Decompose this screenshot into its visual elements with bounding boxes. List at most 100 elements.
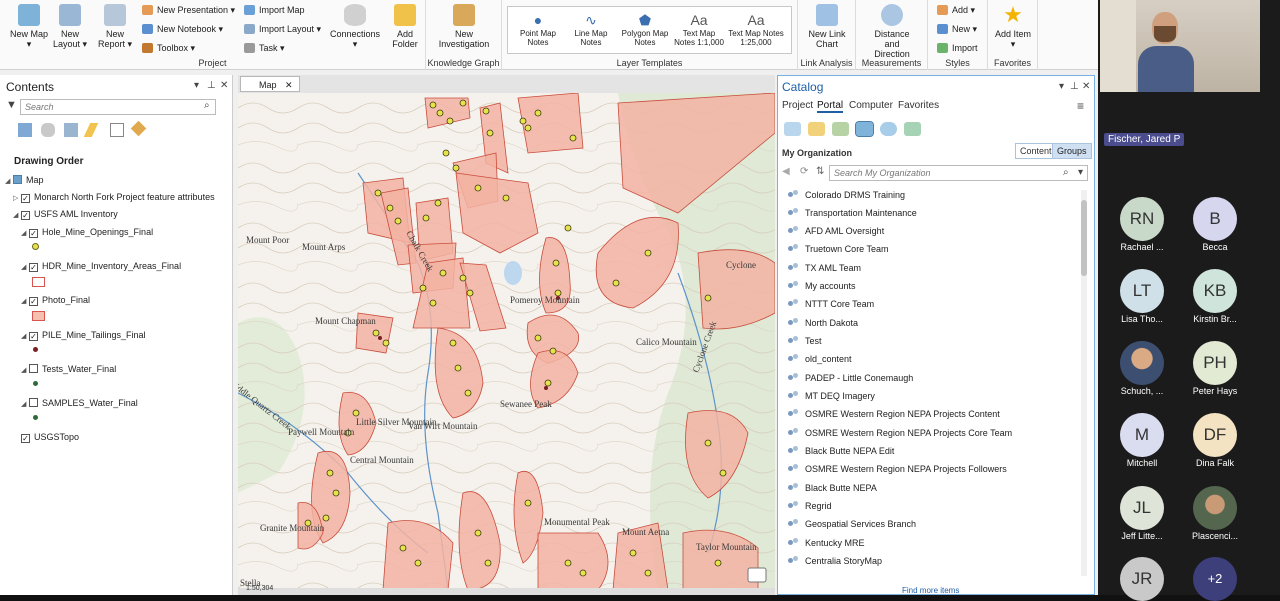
tab-map[interactable]: Map ✕	[240, 76, 300, 92]
participant-tile[interactable]: KB Kirstin Br...	[1185, 269, 1245, 324]
layer-checkbox[interactable]	[29, 398, 38, 407]
collapse-arrow-icon[interactable]: ◢	[21, 261, 29, 275]
filter-icon[interactable]: ▼	[6, 99, 17, 111]
task-button[interactable]: Task ▾	[243, 39, 285, 57]
list-item[interactable]: Colorado DRMS Training	[788, 188, 905, 202]
list-item[interactable]: OSMRE Western Region NEPA Projects Conte…	[788, 407, 1000, 421]
catalog-search-input[interactable]: Search My Organization	[829, 165, 1088, 181]
my-content-icon[interactable]	[784, 122, 801, 136]
add-folder-button[interactable]: Add Folder	[384, 2, 426, 54]
list-item[interactable]: Centralia StoryMap	[788, 554, 882, 568]
list-item[interactable]: Black Butte NEPA Edit	[788, 444, 894, 458]
drawing-order-icon[interactable]	[18, 123, 32, 137]
layer-checkbox[interactable]: ✓	[29, 263, 38, 272]
point-map-notes-button[interactable]: ● Point Map Notes	[511, 11, 565, 47]
tab-computer[interactable]: Computer	[849, 100, 893, 111]
close-icon[interactable]: ✕	[285, 80, 293, 90]
list-item[interactable]: OSMRE Western Region NEPA Projects Core …	[788, 426, 1012, 440]
expand-arrow-icon[interactable]: ▷	[13, 192, 21, 206]
list-item[interactable]: TX AML Team	[788, 261, 861, 275]
layer-checkbox[interactable]: ✓	[21, 194, 30, 203]
layer-tests-water[interactable]: ◢ Tests_Water_Final	[21, 362, 116, 376]
new-investigation-button[interactable]: New Investigation	[436, 2, 492, 54]
my-organization-icon[interactable]	[855, 121, 874, 137]
list-item[interactable]: PADEP - Little Conemaugh	[788, 371, 913, 385]
list-item[interactable]: Test	[788, 334, 822, 348]
layer-checkbox[interactable]: ✓	[29, 229, 38, 238]
selection-icon[interactable]	[64, 123, 78, 137]
my-favorites-icon[interactable]	[808, 122, 825, 136]
new-map-button[interactable]: New Map ▾	[8, 2, 50, 54]
layer-pile-mine-tailings[interactable]: ◢ ✓ PILE_Mine_Tailings_Final	[21, 328, 146, 342]
back-icon[interactable]: ◀	[782, 166, 790, 177]
polygon-map-notes-button[interactable]: ⬟ Polygon Map Notes	[618, 11, 672, 47]
participant-tile[interactable]: RN Rachael ...	[1112, 197, 1172, 252]
data-source-icon[interactable]	[41, 123, 55, 137]
list-item[interactable]: old_content	[788, 352, 852, 366]
new-report-button[interactable]: New Report ▾	[94, 2, 136, 54]
list-item[interactable]: Geospatial Services Branch	[788, 517, 916, 531]
refresh-icon[interactable]: ⟳	[800, 166, 808, 177]
layer-checkbox[interactable]: ✓	[21, 211, 30, 220]
pin-icon[interactable]: ⊥	[1070, 81, 1079, 92]
sort-icon[interactable]: ⇅	[816, 166, 824, 177]
list-item[interactable]: AFD AML Oversight	[788, 224, 884, 238]
layer-checkbox[interactable]: ✓	[29, 332, 38, 341]
layer-checkbox[interactable]	[29, 364, 38, 373]
import-layout-button[interactable]: Import Layout ▾	[243, 20, 321, 38]
tab-favorites[interactable]: Favorites	[898, 100, 939, 111]
layer-usfs-aml[interactable]: ◢ ✓ USFS AML Inventory	[13, 207, 118, 221]
tab-portal[interactable]: Portal	[817, 100, 844, 113]
list-item[interactable]: NTTT Core Team	[788, 297, 874, 311]
toolbox-button[interactable]: Toolbox ▾	[141, 39, 195, 57]
layer-hdr-mine-inventory[interactable]: ◢ ✓ HDR_Mine_Inventory_Areas_Final	[21, 259, 181, 273]
participant-tile[interactable]: JR	[1112, 557, 1172, 601]
connections-button[interactable]: Connections ▾	[330, 2, 380, 54]
new-notebook-button[interactable]: New Notebook ▾	[141, 20, 223, 38]
new-layout-button[interactable]: New Layout ▾	[49, 2, 91, 54]
participant-tile[interactable]: B Becca	[1185, 197, 1245, 252]
import-map-button[interactable]: Import Map	[243, 1, 305, 19]
new-style-button[interactable]: New ▾	[936, 20, 977, 38]
arcgis-online-icon[interactable]	[904, 122, 921, 136]
menu-icon[interactable]: ≡	[1077, 99, 1084, 113]
new-presentation-button[interactable]: New Presentation ▾	[141, 1, 235, 19]
labeling-icon[interactable]	[130, 120, 147, 137]
catalog-scrollbar[interactable]	[1081, 190, 1087, 576]
more-participants-button[interactable]: +2	[1185, 557, 1245, 601]
contents-search-input[interactable]: Search	[20, 99, 216, 115]
participant-tile[interactable]: DF Dina Falk	[1185, 413, 1245, 468]
new-link-chart-button[interactable]: New Link Chart	[806, 2, 848, 54]
pin-icon[interactable]: ⊥	[207, 80, 216, 91]
add-style-button[interactable]: Add ▾	[936, 1, 975, 19]
search-icon[interactable]: ⌕	[1063, 167, 1069, 178]
snapping-icon[interactable]	[110, 123, 124, 137]
collapse-arrow-icon[interactable]: ◢	[5, 175, 13, 189]
find-more-items-link[interactable]: Find more items	[902, 586, 959, 595]
collapse-arrow-icon[interactable]: ◢	[21, 295, 29, 309]
text-map-notes-25000-button[interactable]: Aa Text Map Notes 1:25,000	[726, 11, 786, 47]
layer-checkbox[interactable]: ✓	[21, 434, 30, 443]
close-icon[interactable]: ✕	[1082, 81, 1090, 92]
living-atlas-icon[interactable]	[880, 122, 897, 136]
chevron-down-icon[interactable]: ▾	[1078, 167, 1083, 178]
layer-checkbox[interactable]: ✓	[29, 297, 38, 306]
participant-tile[interactable]: JL Jeff Litte...	[1112, 486, 1172, 541]
layer-map[interactable]: ◢ Map	[5, 173, 44, 187]
scrollbar-thumb[interactable]	[1081, 200, 1087, 276]
list-item[interactable]: Black Butte NEPA	[788, 481, 877, 495]
search-icon[interactable]: ⌕	[204, 100, 210, 111]
line-map-notes-button[interactable]: ∿ Line Map Notes	[564, 11, 618, 47]
collapse-arrow-icon[interactable]: ◢	[21, 330, 29, 344]
chevron-down-icon[interactable]: ▾	[194, 80, 199, 91]
participant-tile[interactable]: PH Peter Hays	[1185, 341, 1245, 396]
collapse-arrow-icon[interactable]: ◢	[21, 227, 29, 241]
layer-hole-mine-openings[interactable]: ◢ ✓ Hole_Mine_Openings_Final	[21, 225, 153, 239]
participant-tile[interactable]: M Mitchell	[1112, 413, 1172, 468]
text-map-notes-1000-button[interactable]: Aa Text Map Notes 1:1,000	[672, 11, 726, 47]
editing-icon[interactable]	[83, 123, 99, 137]
layer-photo[interactable]: ◢ ✓ Photo_Final	[21, 293, 90, 307]
list-item[interactable]: My accounts	[788, 279, 856, 293]
participant-tile[interactable]: Plascenci...	[1185, 486, 1245, 541]
content-toggle-button[interactable]: Content	[1015, 143, 1057, 159]
